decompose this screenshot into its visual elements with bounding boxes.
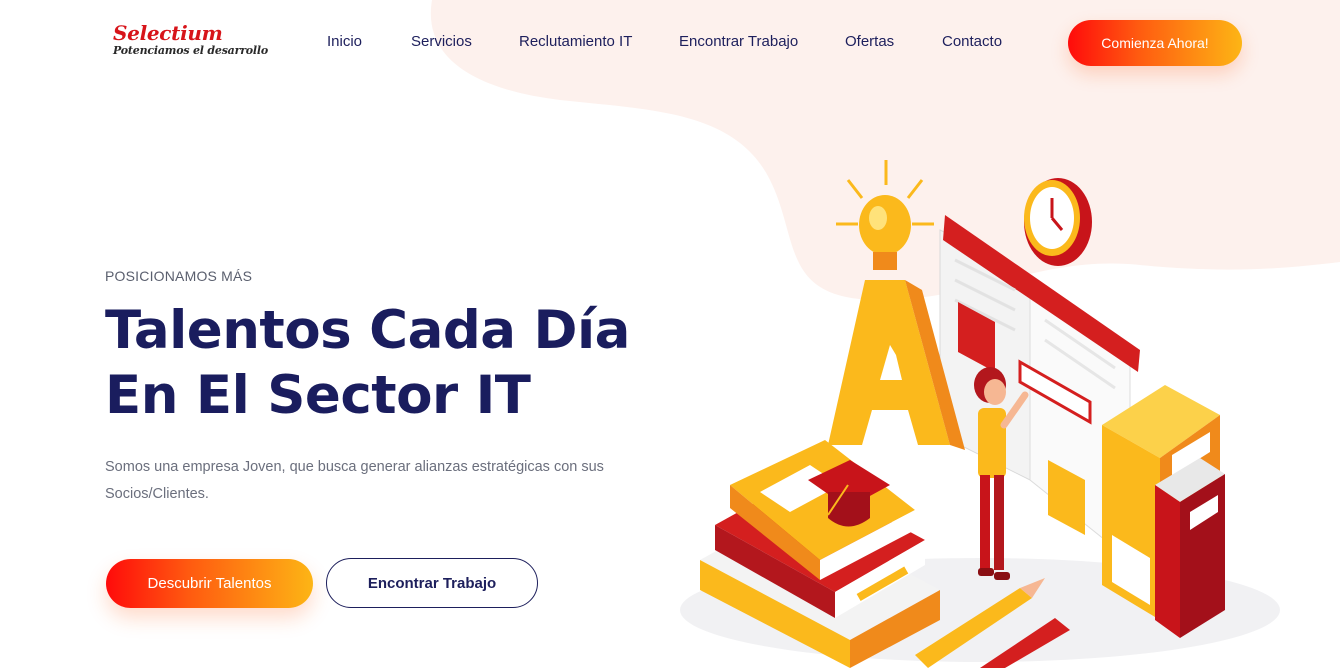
- hero-illustration: A: [680, 160, 1280, 668]
- start-now-button[interactable]: Comienza Ahora!: [1068, 20, 1242, 66]
- hero-description-line-1: Somos una empresa Joven, que busca gener…: [105, 459, 604, 475]
- hero-title-line-1: Talentos Cada Día: [105, 300, 630, 361]
- nav-item-ofertas[interactable]: Ofertas: [845, 33, 894, 50]
- hero-title-line-2: En El Sector IT: [105, 365, 531, 426]
- nav-item-inicio[interactable]: Inicio: [327, 33, 362, 50]
- nav-item-servicios[interactable]: Servicios: [411, 33, 472, 50]
- hero-description-line-2: Socios/Clientes.: [105, 486, 209, 502]
- light-bulb-icon: [836, 160, 934, 270]
- nav-item-reclutamiento-it[interactable]: Reclutamiento IT: [519, 33, 632, 50]
- hero-description: Somos una empresa Joven, que busca gener…: [105, 454, 645, 508]
- find-job-button[interactable]: Encontrar Trabajo: [326, 558, 538, 608]
- discover-talents-button[interactable]: Descubrir Talentos: [106, 559, 313, 608]
- hero-title: Talentos Cada Día En El Sector IT: [105, 298, 705, 428]
- clock-illustration: [1024, 178, 1092, 266]
- nav-item-contacto[interactable]: Contacto: [942, 33, 1002, 50]
- nav-item-encontrar-trabajo[interactable]: Encontrar Trabajo: [679, 33, 798, 50]
- hero-eyebrow: POSICIONAMOS MÁS: [105, 268, 253, 284]
